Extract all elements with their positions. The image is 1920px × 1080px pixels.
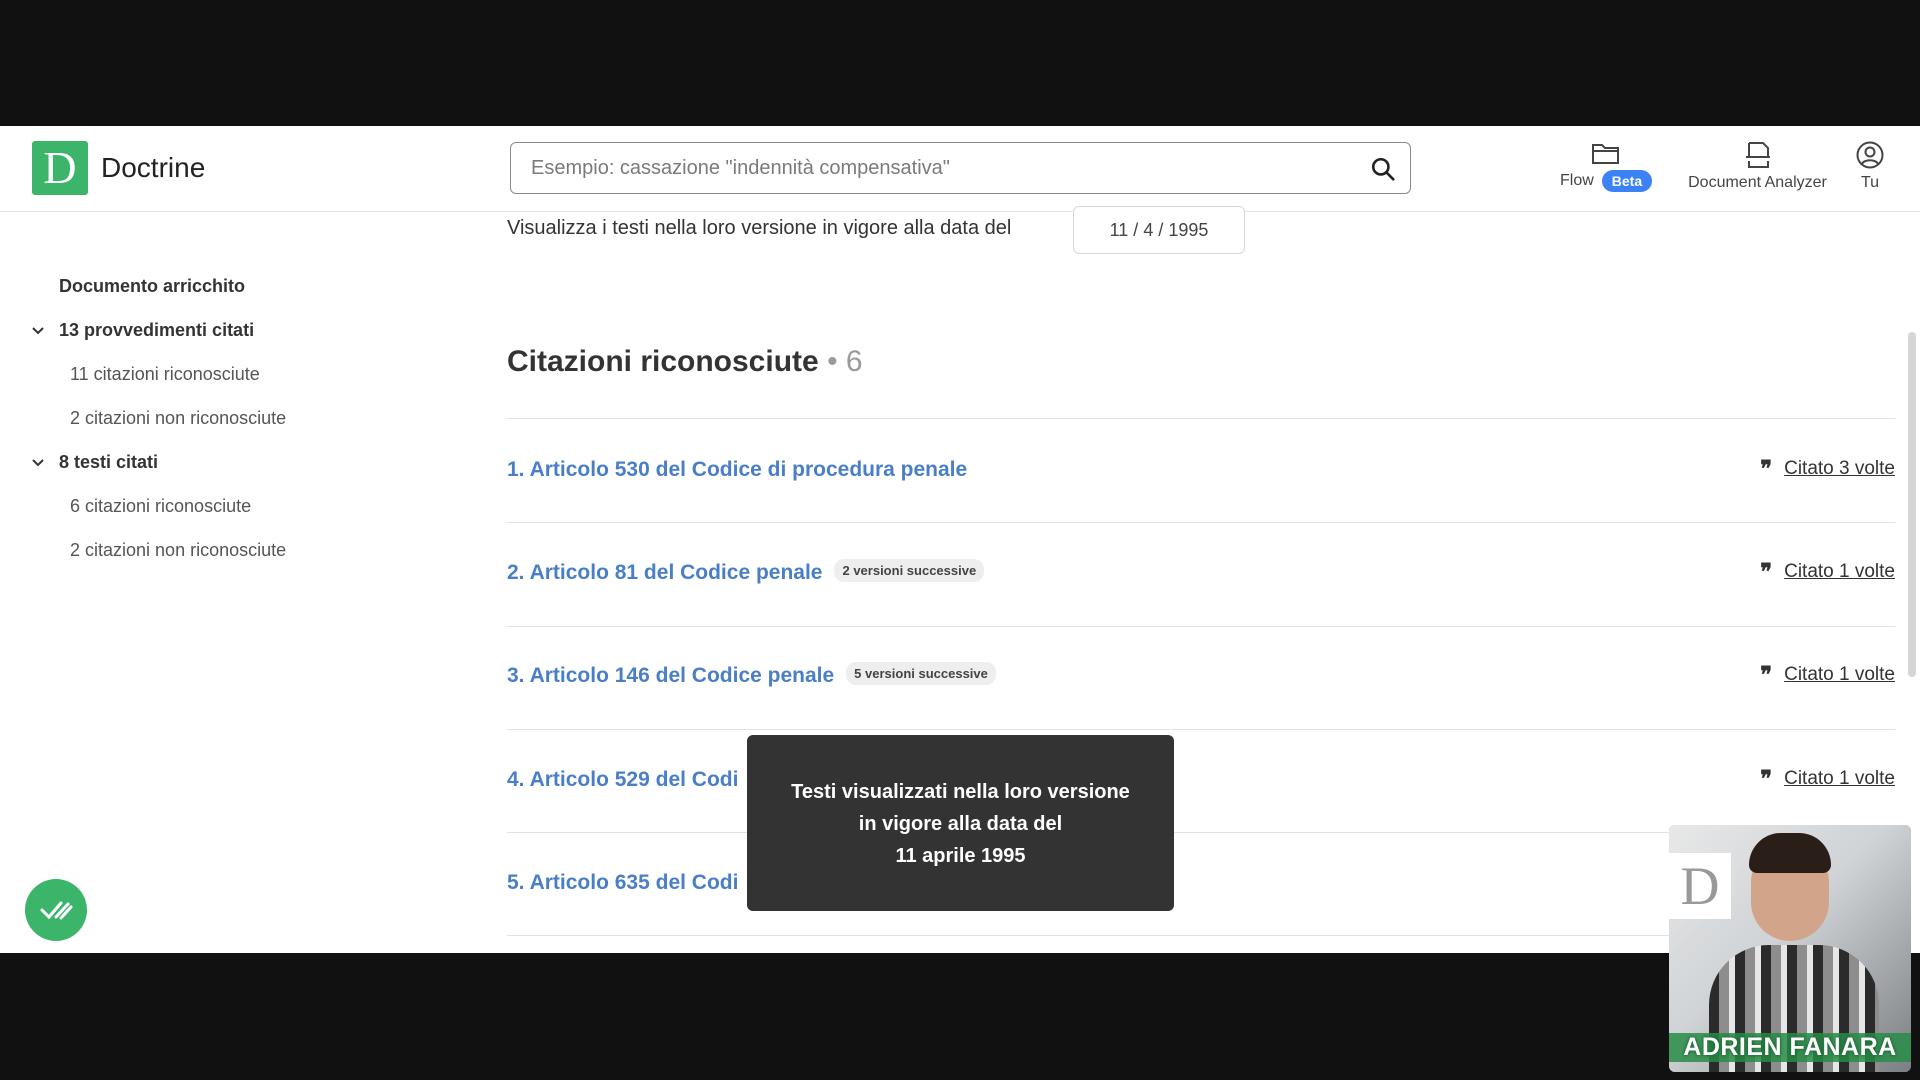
quote-icon: ❞ (1760, 559, 1773, 585)
date-filter-row: Visualizza i testi nella loro versione i… (507, 212, 1011, 254)
chevron-down-icon[interactable] (30, 455, 46, 471)
sidebar-item-provv-riconosciute[interactable]: 11 citazioni riconosciute (70, 364, 260, 385)
webcam-logo: D (1669, 853, 1731, 919)
user-avatar-icon (1856, 141, 1884, 169)
divider (507, 729, 1895, 730)
sidebar-group-label: 8 testi citati (59, 452, 159, 472)
presenter-webcam: D ADRIEN FANARA (1669, 825, 1911, 1072)
divider (507, 522, 1895, 523)
tooltip-line: in vigore alla data del (858, 813, 1063, 835)
scrollbar-thumb[interactable] (1908, 332, 1916, 677)
video-letterbox-bottom (0, 953, 1920, 1080)
chevron-down-icon[interactable] (30, 323, 46, 339)
cited-count-link[interactable]: Citato 3 volte (1784, 458, 1895, 480)
nav-analyzer-label: Document Analyzer (1688, 174, 1827, 191)
quote-icon: ❞ (1760, 766, 1773, 792)
versions-badge: 5 versioni successive (846, 661, 996, 685)
section-title: Citazioni riconosciute • 6 (507, 345, 863, 379)
citation-row: 3. Articolo 146 del Codice penale 5 versi… (507, 659, 1895, 699)
nav-flow[interactable]: Flow Beta (1560, 140, 1653, 192)
quote-icon: ❞ (1760, 456, 1773, 482)
sidebar-item-testi-non-riconosciute[interactable]: 2 citazioni non riconosciute (70, 540, 286, 561)
divider (507, 418, 1895, 419)
cited-count[interactable]: ❞ Citato 1 volte (1760, 664, 1895, 686)
citation-row: 4. Articolo 529 del Codi ❞ Citato 1 volt… (507, 763, 1895, 803)
date-tooltip: Testi visualizzati nella loro versione i… (747, 735, 1174, 911)
brand-name[interactable]: Doctrine (101, 152, 205, 184)
tooltip-line: 11 aprile 1995 (895, 845, 1026, 867)
top-header: D Doctrine Flow Beta (0, 126, 1920, 212)
beta-badge: Beta (1601, 170, 1653, 192)
presenter-name: ADRIEN FANARA (1669, 1033, 1911, 1062)
search-bar[interactable] (510, 142, 1411, 194)
citation-link[interactable]: 3. Articolo 146 del Codice penale (507, 664, 834, 687)
cited-count-link[interactable]: Citato 1 volte (1784, 768, 1895, 790)
sidebar-group-provvedimenti[interactable]: 13 provvedimenti citati (30, 320, 254, 341)
nav-document-analyzer[interactable]: Document Analyzer (1680, 140, 1835, 192)
search-icon[interactable] (1370, 156, 1396, 182)
presenter-hair (1749, 833, 1831, 873)
citation-link[interactable]: 2. Articolo 81 del Codice penale (507, 561, 822, 584)
search-input[interactable] (531, 153, 1351, 183)
nav-profile-label: Tu (1860, 174, 1880, 191)
citation-link-wrapper: 2. Articolo 81 del Codice penale 2 versio… (507, 558, 985, 585)
sidebar-item-provv-non-riconosciute[interactable]: 2 citazioni non riconosciute (70, 408, 286, 429)
citation-row: 2. Articolo 81 del Codice penale 2 versio… (507, 556, 1895, 596)
section-count: • 6 (827, 345, 863, 378)
cited-count-link[interactable]: Citato 1 volte (1784, 664, 1895, 686)
sidebar-item-testi-riconosciute[interactable]: 6 citazioni riconosciute (70, 496, 251, 517)
checkmark-edit-icon (40, 901, 73, 920)
quote-icon: ❞ (1760, 662, 1773, 688)
nav-flow-label: Flow (1560, 172, 1594, 189)
date-input[interactable]: 11 / 4 / 1995 (1073, 206, 1245, 254)
date-filter-label: Visualizza i testi nella loro versione i… (507, 217, 1012, 239)
citation-link-wrapper: 3. Articolo 146 del Codice penale 5 versi… (507, 661, 996, 688)
sidebar-group-label: 13 provvedimenti citati (59, 320, 255, 340)
doctrine-logo[interactable]: D (32, 141, 88, 195)
versions-badge: 2 versioni successive (834, 558, 985, 582)
sidebar-group-testi[interactable]: 8 testi citati (30, 452, 158, 473)
floating-action-button[interactable] (25, 879, 87, 941)
sidebar-item-documento-arricchito[interactable]: Documento arricchito (59, 276, 245, 297)
document-analyzer-icon (1745, 142, 1770, 168)
citation-link[interactable]: 1. Articolo 530 del Codice di procedura … (507, 458, 967, 482)
nav-profile[interactable]: Tu (1850, 140, 1890, 192)
cited-count[interactable]: ❞ Citato 1 volte (1760, 768, 1895, 790)
citation-row: 1. Articolo 530 del Codice di procedura … (507, 453, 1895, 493)
video-letterbox-top (0, 0, 1920, 126)
citation-link[interactable]: 5. Articolo 635 del Codi (507, 871, 738, 895)
divider (507, 626, 1895, 627)
folder-icon (1592, 144, 1620, 164)
cited-count-link[interactable]: Citato 1 volte (1784, 561, 1895, 583)
tooltip-line: Testi visualizzati nella loro versione (791, 781, 1130, 803)
sidebar-toc: Documento arricchito 13 provvedimenti ci… (0, 212, 480, 953)
citation-link[interactable]: 4. Articolo 529 del Codi (507, 768, 738, 792)
section-title-text: Citazioni riconosciute (507, 345, 819, 378)
cited-count[interactable]: ❞ Citato 1 volte (1760, 561, 1895, 583)
cited-count[interactable]: ❞ Citato 3 volte (1760, 458, 1895, 480)
